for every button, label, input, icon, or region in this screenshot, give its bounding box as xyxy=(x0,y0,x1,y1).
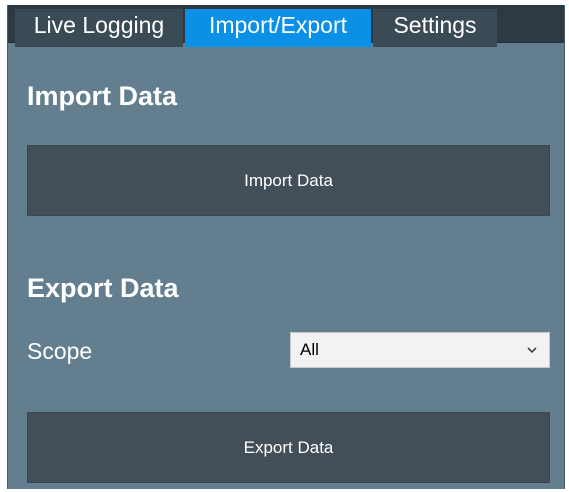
import-data-heading: Import Data xyxy=(27,81,178,111)
export-data-button[interactable]: Export Data xyxy=(27,412,550,483)
import-data-button[interactable]: Import Data xyxy=(27,145,550,216)
scope-select[interactable]: All xyxy=(290,332,550,368)
tab-settings[interactable]: Settings xyxy=(373,9,497,47)
export-data-heading: Export Data xyxy=(27,273,179,303)
import-export-panel: Import Data Import Data Export Data Scop… xyxy=(8,43,564,489)
tab-import-export[interactable]: Import/Export xyxy=(185,9,371,47)
scope-label: Scope xyxy=(27,338,93,364)
scope-selected-value: All xyxy=(300,340,319,359)
tab-bar: Live Logging Import/Export Settings xyxy=(8,5,564,47)
tab-live-logging[interactable]: Live Logging xyxy=(15,9,183,47)
chevron-down-icon xyxy=(527,347,537,354)
import-export-window: Live Logging Import/Export Settings Impo… xyxy=(7,5,565,489)
